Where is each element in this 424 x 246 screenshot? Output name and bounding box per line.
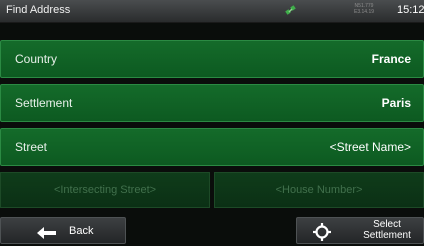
gps-coordinates: N51.779 E3.14.19 xyxy=(340,3,388,15)
select-settlement-label: Select Settlement xyxy=(351,219,423,241)
settlement-label: Settlement xyxy=(15,96,73,110)
select-label-line2: Settlement xyxy=(363,230,411,241)
settlement-row[interactable]: Settlement Paris xyxy=(0,84,424,122)
back-button[interactable]: Back xyxy=(0,217,126,244)
clock: 15:12 xyxy=(397,4,424,16)
street-value: <Street Name> xyxy=(329,140,411,154)
satellite-icon xyxy=(284,4,298,18)
house-number-label: <House Number> xyxy=(275,184,363,196)
country-row[interactable]: Country France xyxy=(0,40,424,78)
crosshair-icon xyxy=(313,223,331,246)
coords-line2: E3.14.19 xyxy=(353,9,375,15)
title-bar: Find Address N51.779 E3.14.19 15:12 xyxy=(0,0,424,23)
street-row[interactable]: Street <Street Name> xyxy=(0,128,424,166)
select-label-line1: Select xyxy=(373,219,401,230)
intersecting-street-button: <Intersecting Street> xyxy=(0,172,210,208)
back-label: Back xyxy=(69,225,94,237)
street-label: Street xyxy=(15,140,48,154)
intersecting-street-label: <Intersecting Street> xyxy=(53,184,157,196)
page-title: Find Address xyxy=(6,4,71,16)
back-arrow-icon xyxy=(37,226,57,244)
country-label: Country xyxy=(15,52,58,66)
country-value: France xyxy=(371,52,411,66)
select-settlement-button[interactable]: Select Settlement xyxy=(296,217,424,244)
house-number-button: <House Number> xyxy=(214,172,424,208)
settlement-value: Paris xyxy=(381,96,411,110)
